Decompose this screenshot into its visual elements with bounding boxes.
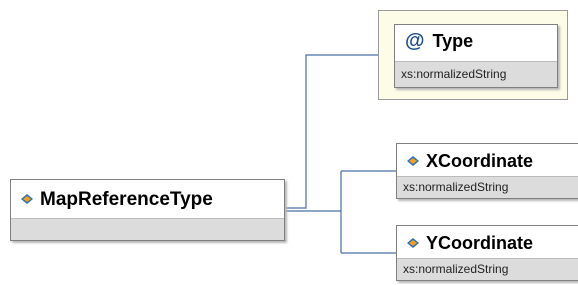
root-element-header: MapReferenceType [11,180,284,220]
root-element-box[interactable]: MapReferenceType [10,179,285,241]
attribute-name: Type [432,30,474,51]
attribute-header: @ Type [395,25,557,57]
attribute-at-icon: @ [405,29,425,52]
attribute-type-box[interactable]: @ Type xs:normalizedString [394,24,558,88]
element-icon [19,189,35,211]
child-element-type: xs:normalizedString [397,176,578,198]
child-element-header: YCoordinate [397,226,578,260]
element-icon [405,233,421,254]
root-element-strip [11,218,284,240]
child-element-ycoordinate[interactable]: YCoordinate xs:normalizedString [396,225,578,281]
attribute-type-label: xs:normalizedString [395,61,557,87]
root-element-name: MapReferenceType [40,189,213,210]
child-element-type: xs:normalizedString [397,258,578,280]
child-element-header: XCoordinate [397,144,578,178]
schema-diagram: @ Type xs:normalizedString MapReferenceT… [0,0,578,285]
child-element-name: XCoordinate [426,150,534,171]
connector-attribute [285,54,378,209]
child-element-name: YCoordinate [426,232,534,253]
child-element-xcoordinate[interactable]: XCoordinate xs:normalizedString [396,143,578,199]
element-icon [405,151,421,172]
